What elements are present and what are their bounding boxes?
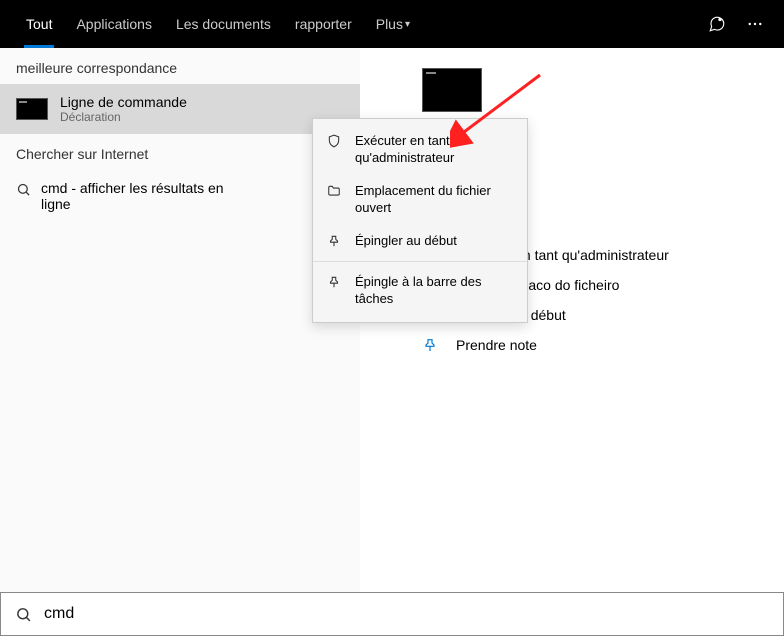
ctx-run-admin[interactable]: Exécuter en tant qu'administrateur — [313, 125, 527, 175]
search-icon — [16, 182, 31, 197]
best-match-label: meilleure correspondance — [0, 48, 360, 84]
web-result-cmd[interactable]: cmd - afficher les résultats en ligne — [0, 170, 360, 222]
terminal-icon-large — [422, 68, 482, 112]
tab-apps[interactable]: Applications — [66, 0, 162, 48]
context-menu: Exécuter en tant qu'administrateur Empla… — [312, 118, 528, 323]
ctx-file-location[interactable]: Emplacement du fichier ouvert — [313, 175, 527, 225]
pin-icon — [327, 275, 343, 289]
ctx-pin-taskbar[interactable]: Épingle à la barre des tâches — [313, 266, 527, 316]
pin-icon — [422, 337, 438, 353]
context-separator — [313, 261, 527, 262]
feedback-icon[interactable] — [708, 15, 726, 33]
header-bar: Tout Applications Les documents rapporte… — [0, 0, 784, 48]
action-take-note[interactable]: Prendre note — [422, 337, 784, 353]
result-title: Ligne de commande — [60, 94, 187, 110]
ctx-pin-start[interactable]: Épingler au début — [313, 225, 527, 258]
tab-report[interactable]: rapporter — [285, 0, 362, 48]
results-panel: meilleure correspondance Ligne de comman… — [0, 48, 360, 592]
result-cmd[interactable]: Ligne de commande Déclaration — [0, 84, 360, 134]
tab-all[interactable]: Tout — [16, 0, 62, 48]
tab-documents[interactable]: Les documents — [166, 0, 281, 48]
more-icon[interactable] — [746, 15, 764, 33]
web-search-label: Chercher sur Internet — [0, 134, 360, 170]
folder-icon — [327, 184, 343, 198]
search-input[interactable] — [44, 605, 769, 623]
chevron-down-icon: ▾ — [405, 19, 410, 30]
search-icon — [15, 606, 32, 623]
result-subtitle: Déclaration — [60, 110, 187, 124]
terminal-icon — [16, 98, 48, 120]
pin-icon — [327, 234, 343, 248]
search-bar[interactable] — [0, 592, 784, 636]
tab-more[interactable]: Plus▾ — [366, 0, 420, 48]
web-result-text: cmd - afficher les résultats en ligne — [41, 180, 241, 212]
header-tabs: Tout Applications Les documents rapporte… — [16, 0, 420, 48]
shield-icon — [327, 134, 343, 148]
